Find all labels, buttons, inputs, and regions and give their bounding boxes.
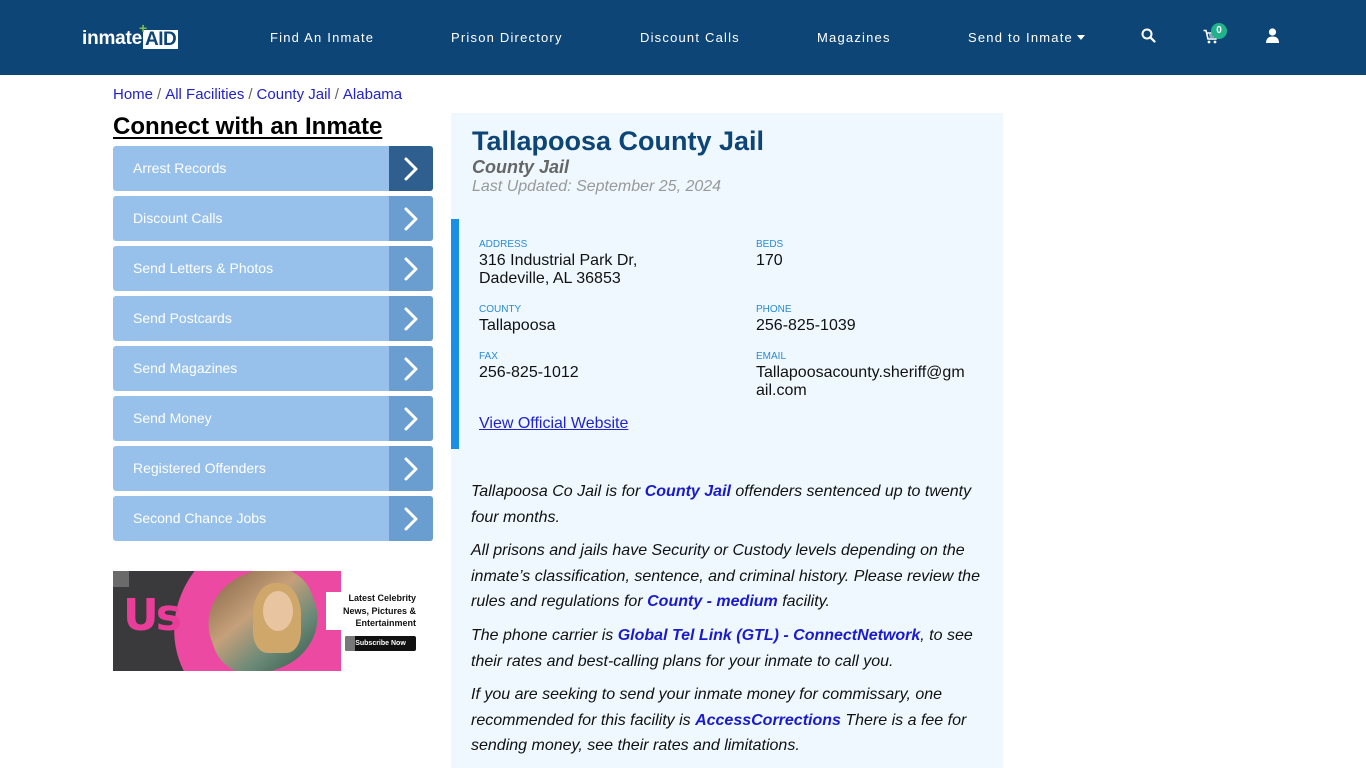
sidebar-menu: Arrest Records Discount Calls Send Lette… [113, 146, 433, 546]
sidebar-item-arrest-records[interactable]: Arrest Records [113, 146, 433, 191]
phone-label: PHONE [756, 304, 792, 315]
ad-corner-square [113, 571, 129, 587]
sidebar-item-send-postcards[interactable]: Send Postcards [113, 296, 433, 341]
chevron-right-icon [389, 496, 433, 541]
county-value: Tallapoosa [479, 317, 556, 334]
caret-down-icon [1076, 35, 1085, 40]
top-navbar: inmate + AID Find An Inmate Prison Direc… [0, 0, 1366, 75]
sidebar-item-label: Send Money [133, 410, 212, 426]
sidebar-item-label: Arrest Records [133, 160, 227, 176]
fax-label: FAX [479, 351, 498, 362]
logo-accent-text: AID [145, 29, 177, 50]
inmateaid-logo[interactable]: inmate + AID [82, 21, 179, 50]
description-paragraph: All prisons and jails have Security or C… [471, 538, 986, 615]
us-weekly-ad-banner[interactable]: Us Latest Celebrity News, Pictures & Ent… [113, 571, 416, 671]
ad-tagline: Latest Celebrity News, Pictures & Entert… [326, 592, 416, 630]
email-field: EMAIL Tallapoosacounty.sheriff@gm ail.co… [756, 351, 965, 400]
breadcrumb-home[interactable]: Home [113, 86, 153, 103]
facility-type: County Jail [472, 157, 570, 177]
county-jail-link[interactable]: County Jail [645, 483, 731, 500]
phone-value[interactable]: 256-825-1039 [756, 317, 856, 335]
breadcrumb-separator: / [334, 86, 339, 103]
chevron-right-icon [389, 146, 433, 191]
sidebar-item-send-letters-photos[interactable]: Send Letters & Photos [113, 246, 433, 291]
address-line-2: Dadeville, AL 36853 [479, 270, 621, 287]
nav-send-to-inmate-label: Send to Inmate [968, 30, 1073, 45]
ad-tagline-line: Entertainment [355, 618, 416, 628]
ad-photo-face [263, 591, 293, 631]
ad-tagline-line: Latest Celebrity [348, 593, 416, 603]
gtl-connectnetwork-link[interactable]: Global Tel Link (GTL) - ConnectNetwork [618, 627, 921, 644]
logo-text: inmate [82, 28, 143, 49]
view-official-website-link[interactable]: View Official Website [479, 415, 628, 433]
chevron-right-icon [389, 196, 433, 241]
chevron-right-icon [389, 346, 433, 391]
county-field: COUNTY Tallapoosa [479, 304, 556, 335]
ad-subscribe-button[interactable]: Subscribe Now [345, 636, 416, 651]
description-paragraph: Tallapoosa Co Jail is for County Jail of… [471, 479, 986, 530]
info-accent-bar [451, 219, 459, 449]
chevron-right-icon [389, 396, 433, 441]
nav-prison-directory[interactable]: Prison Directory [451, 30, 563, 45]
fax-value: 256-825-1012 [479, 364, 579, 381]
address-line-1: 316 Industrial Park Dr, [479, 252, 638, 269]
sidebar-item-label: Send Magazines [133, 360, 238, 376]
email-line-2[interactable]: ail.com [756, 382, 965, 400]
us-weekly-logo: Us [123, 590, 182, 641]
sidebar-item-send-money[interactable]: Send Money [113, 396, 433, 441]
breadcrumb-all-facilities[interactable]: All Facilities [165, 86, 244, 103]
sidebar-item-second-chance-jobs[interactable]: Second Chance Jobs [113, 496, 433, 541]
address-label: ADDRESS [479, 239, 528, 250]
chevron-right-icon [389, 246, 433, 291]
ad-tagline-line: News, Pictures & [342, 605, 416, 616]
sidebar-item-label: Send Postcards [133, 310, 232, 326]
nav-find-an-inmate[interactable]: Find An Inmate [270, 30, 374, 45]
description-text: facility. [777, 593, 830, 610]
description-text: Tallapoosa Co Jail is for [471, 483, 645, 500]
sidebar-item-label: Second Chance Jobs [133, 510, 267, 526]
connect-with-inmate-heading: Connect with an Inmate [113, 113, 383, 140]
email-label: EMAIL [756, 351, 787, 362]
facility-title: Tallapoosa County Jail [472, 126, 765, 156]
description-paragraph: If you are seeking to send your inmate m… [471, 682, 986, 759]
sidebar-item-label: Discount Calls [133, 210, 223, 226]
accesscorrections-link[interactable]: AccessCorrections [695, 712, 841, 729]
breadcrumb-alabama[interactable]: Alabama [343, 86, 402, 103]
sidebar-item-send-magazines[interactable]: Send Magazines [113, 346, 433, 391]
breadcrumb-county-jail[interactable]: County Jail [257, 86, 331, 103]
logo-accent: + AID [139, 21, 179, 50]
breadcrumb-separator: / [248, 86, 253, 103]
nav-discount-calls[interactable]: Discount Calls [640, 30, 740, 45]
chevron-right-icon [389, 296, 433, 341]
county-medium-link[interactable]: County - medium [647, 593, 778, 610]
description-text: The phone carrier is [471, 627, 618, 644]
sidebar-item-label: Registered Offenders [133, 460, 266, 476]
cart-count-badge: 0 [1211, 23, 1227, 39]
county-label: COUNTY [479, 304, 522, 315]
description-paragraph: The phone carrier is Global Tel Link (GT… [471, 623, 986, 674]
user-icon[interactable] [1266, 28, 1279, 48]
sidebar-item-registered-offenders[interactable]: Registered Offenders [113, 446, 433, 491]
breadcrumb: Home / All Facilities / County Jail / Alabama [113, 86, 402, 104]
phone-field: PHONE 256-825-1039 [756, 304, 856, 335]
address-field: ADDRESS 316 Industrial Park Dr, Dadevill… [479, 239, 637, 288]
last-updated: Last Updated: September 25, 2024 [472, 178, 722, 195]
breadcrumb-separator: / [157, 86, 162, 103]
sidebar-item-label: Send Letters & Photos [133, 260, 274, 276]
nav-send-to-inmate[interactable]: Send to Inmate [968, 30, 1085, 45]
logo-plus-icon: + [139, 20, 147, 36]
beds-value: 170 [756, 252, 783, 269]
beds-label: BEDS [756, 239, 784, 250]
fax-field: FAX 256-825-1012 [479, 351, 579, 382]
nav-magazines[interactable]: Magazines [817, 30, 891, 45]
email-line-1[interactable]: Tallapoosacounty.sheriff@gm [756, 364, 965, 382]
sidebar-item-discount-calls[interactable]: Discount Calls [113, 196, 433, 241]
beds-field: BEDS 170 [756, 239, 783, 270]
chevron-right-icon [389, 446, 433, 491]
search-icon[interactable] [1141, 28, 1156, 48]
